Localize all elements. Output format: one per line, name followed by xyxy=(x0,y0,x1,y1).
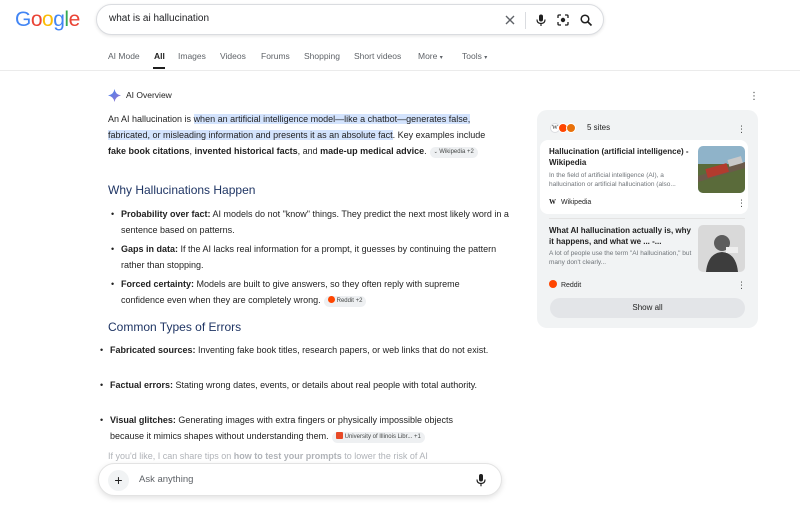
active-tab-indicator xyxy=(153,67,165,69)
reddit-icon xyxy=(549,280,557,288)
ai-overview-intro: An AI hallucination is when an artificia… xyxy=(108,111,493,159)
bullet: • xyxy=(111,209,115,219)
tab-ai-mode[interactable]: AI Mode xyxy=(108,51,140,61)
tab-shopping[interactable]: Shopping xyxy=(304,51,340,61)
item-text: Inventing fake book titles, research pap… xyxy=(195,345,489,355)
item-term: Gaps in data: xyxy=(121,244,179,254)
list-item: • Fabricated sources: Inventing fake boo… xyxy=(100,342,492,358)
item-text: If the AI lacks real information for a p… xyxy=(121,244,497,270)
item-term: Visual glitches: xyxy=(110,415,176,425)
faded-after: to lower the risk of AI xyxy=(341,451,428,461)
intro-sep-2: , and xyxy=(297,146,321,156)
item-term: Forced certainty: xyxy=(121,279,195,289)
card-snippet: A lot of people use the term "AI halluci… xyxy=(549,250,692,266)
intro-end: . xyxy=(424,146,427,156)
mic-icon[interactable] xyxy=(475,473,487,487)
item-term: Factual errors: xyxy=(110,380,174,390)
card-source-name: Reddit xyxy=(560,282,582,289)
bullet: • xyxy=(100,415,104,425)
chip-label: Reddit +2 xyxy=(336,298,363,304)
follow-up-suggestion: If you'd like, I can share tips on how t… xyxy=(108,451,428,461)
illinois-icon xyxy=(335,432,343,439)
intro-after: . Key examples include xyxy=(392,130,486,140)
source-chip-illinois[interactable]: University of Illinois Libr... +1 xyxy=(331,432,425,443)
tab-short-videos[interactable]: Short videos xyxy=(354,51,401,61)
site-icon xyxy=(566,123,576,133)
search-divider xyxy=(525,12,526,29)
train-bridge-image xyxy=(698,146,745,193)
show-all-button[interactable]: Show all xyxy=(550,298,745,318)
more-options-icon[interactable]: ⋮ xyxy=(749,92,759,102)
more-options-icon[interactable]: ⋮ xyxy=(737,124,746,134)
bullet: • xyxy=(100,345,104,355)
card-thumbnail xyxy=(698,225,745,272)
card-source-name: Wikipedia xyxy=(560,199,592,206)
chevron-down-icon: ▾ xyxy=(439,55,443,61)
intro-lead: An AI hallucination is xyxy=(108,114,194,124)
card-more-icon[interactable]: ⋮ xyxy=(737,198,746,208)
mic-icon[interactable] xyxy=(534,13,548,27)
lens-icon[interactable] xyxy=(556,13,570,27)
tab-images[interactable]: Images xyxy=(178,51,206,61)
ai-overview-label: AI Overview xyxy=(126,90,172,100)
card-more-icon[interactable]: ⋮ xyxy=(737,280,746,290)
faded-lead: If you'd like, I can share tips on xyxy=(108,451,234,461)
search-input[interactable]: what is ai hallucination xyxy=(109,13,209,24)
ask-bar[interactable]: + Ask anything xyxy=(98,463,502,496)
item-term: Probability over fact: xyxy=(121,209,211,219)
portrait-image xyxy=(698,225,745,272)
header-divider xyxy=(0,70,800,71)
card-title[interactable]: What AI hallucination actually is, why i… xyxy=(549,225,694,247)
intro-bold-1: fake book citations xyxy=(108,146,190,156)
item-term: Fabricated sources: xyxy=(110,345,196,355)
card-divider xyxy=(549,218,745,219)
bullet: • xyxy=(111,244,115,254)
card-title[interactable]: Hallucination (artificial intelligence) … xyxy=(549,146,694,168)
list-item: • Visual glitches: Generating images wit… xyxy=(100,412,482,444)
tab-all[interactable]: All xyxy=(154,51,165,61)
clear-icon[interactable] xyxy=(503,13,517,27)
bullet: • xyxy=(111,279,115,289)
tab-forums[interactable]: Forums xyxy=(261,51,290,61)
intro-bold-2: invented historical facts xyxy=(194,146,298,156)
wikipedia-icon: W xyxy=(549,198,556,206)
tab-videos[interactable]: Videos xyxy=(220,51,246,61)
search-icon[interactable] xyxy=(579,13,593,27)
google-logo[interactable]: Google xyxy=(15,8,80,32)
chip-label: University of Illinois Libr... xyxy=(344,434,413,440)
tab-more[interactable]: More ▾ xyxy=(418,51,443,61)
chip-count: +1 xyxy=(414,434,421,440)
source-card[interactable]: Hallucination (artificial intelligence) … xyxy=(540,140,748,214)
tools-button[interactable]: Tools ▾ xyxy=(462,51,487,61)
source-card[interactable]: What AI hallucination actually is, why i… xyxy=(540,220,748,296)
item-text: Stating wrong dates, events, or details … xyxy=(173,380,478,390)
reddit-icon xyxy=(327,296,335,303)
search-box[interactable]: what is ai hallucination xyxy=(96,4,604,35)
list-item: • Probability over fact: AI models do no… xyxy=(111,206,513,238)
sites-count: 5 sites xyxy=(587,123,611,132)
source-chip-reddit[interactable]: Reddit +2 xyxy=(323,296,367,307)
list-item: • Factual errors: Stating wrong dates, e… xyxy=(100,377,480,393)
source-chip-wikipedia[interactable]: ⌄ Wikipedia +2 xyxy=(429,147,478,158)
intro-bold-3: made-up medical advice xyxy=(320,146,425,156)
sources-panel: W 5 sites ⋮ Hallucination (artificial in… xyxy=(537,110,758,328)
bullet: • xyxy=(100,380,104,390)
ask-input[interactable]: Ask anything xyxy=(139,474,193,485)
card-snippet: In the field of artificial intelligence … xyxy=(549,172,676,188)
sparkle-icon xyxy=(108,89,121,102)
list-item: • Forced certainty: Models are built to … xyxy=(111,276,493,308)
list-item: • Gaps in data: If the AI lacks real inf… xyxy=(111,241,513,273)
section-heading-errors: Common Types of Errors xyxy=(108,320,242,334)
card-source: Reddit xyxy=(549,280,581,289)
card-thumbnail xyxy=(698,146,745,193)
card-source: W Wikipedia xyxy=(549,198,591,206)
faded-bold: how to test your prompts xyxy=(233,451,342,461)
chevron-down-icon: ▾ xyxy=(484,55,488,61)
chip-label: Wikipedia +2 xyxy=(439,149,474,155)
section-heading-why: Why Hallucinations Happen xyxy=(108,183,256,197)
tab-more-label: More xyxy=(418,51,438,61)
add-icon[interactable]: + xyxy=(108,470,129,491)
tools-label: Tools xyxy=(462,51,482,61)
